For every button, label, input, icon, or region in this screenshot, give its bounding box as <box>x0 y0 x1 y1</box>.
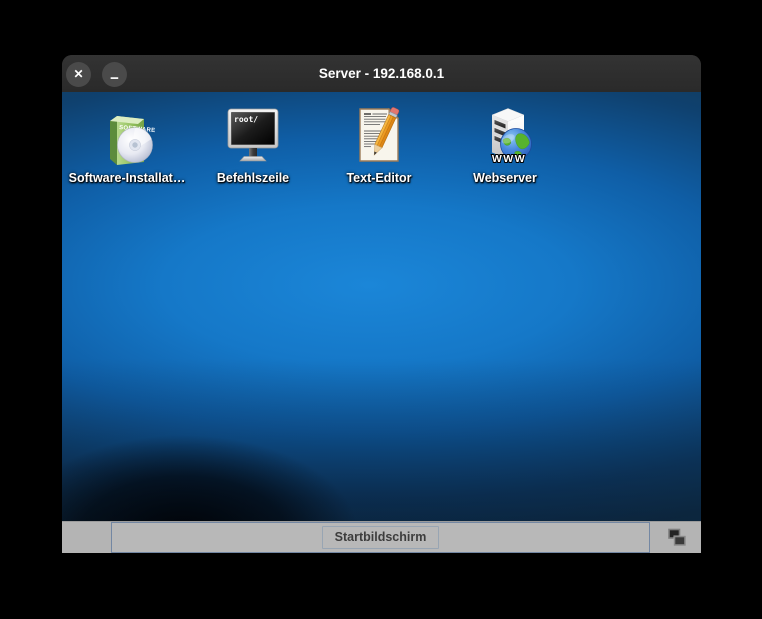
icon-label: Befehlszeile <box>217 171 289 185</box>
svg-text:root/: root/ <box>234 115 258 124</box>
minimize-icon: − <box>102 66 127 91</box>
window-title: Server - 192.168.0.1 <box>62 55 701 92</box>
pager-area <box>650 522 701 553</box>
desktop-icon-text-editor[interactable]: Text-Editor <box>316 104 442 185</box>
taskbar-window-button[interactable]: Startbildschirm <box>111 522 650 553</box>
icon-label: Webserver <box>473 171 537 185</box>
remote-desktop[interactable]: SOFTWARE Software-Installat… <box>62 92 701 521</box>
panel-spacer <box>62 522 111 553</box>
workspace-pager-icon[interactable] <box>664 527 688 549</box>
software-installer-icon: SOFTWARE <box>95 104 159 168</box>
terminal-icon: root/ <box>221 104 285 168</box>
desktop-icon-software-installer[interactable]: SOFTWARE Software-Installat… <box>64 104 190 185</box>
taskbar-panel: Startbildschirm <box>62 521 701 553</box>
desktop-icon-webserver[interactable]: WWW Webserver <box>442 104 568 185</box>
minimize-button[interactable]: − <box>102 62 127 87</box>
svg-text:WWW: WWW <box>492 153 526 165</box>
desktop-icon-terminal[interactable]: root/ Befehlszeile <box>190 104 316 185</box>
taskbar-window-label: Startbildschirm <box>335 530 427 544</box>
icon-label: Software-Installat… <box>69 171 186 185</box>
titlebar: ✕ − Server - 192.168.0.1 <box>62 55 701 92</box>
taskbar-button-focus-box: Startbildschirm <box>322 526 440 549</box>
close-icon: ✕ <box>66 62 91 87</box>
text-editor-icon <box>347 104 411 168</box>
vnc-window: ✕ − Server - 192.168.0.1 <box>62 55 701 553</box>
close-button[interactable]: ✕ <box>66 62 91 87</box>
icon-label: Text-Editor <box>346 171 411 185</box>
desktop-icons-row: SOFTWARE Software-Installat… <box>64 104 568 185</box>
webserver-icon: WWW <box>473 104 537 168</box>
